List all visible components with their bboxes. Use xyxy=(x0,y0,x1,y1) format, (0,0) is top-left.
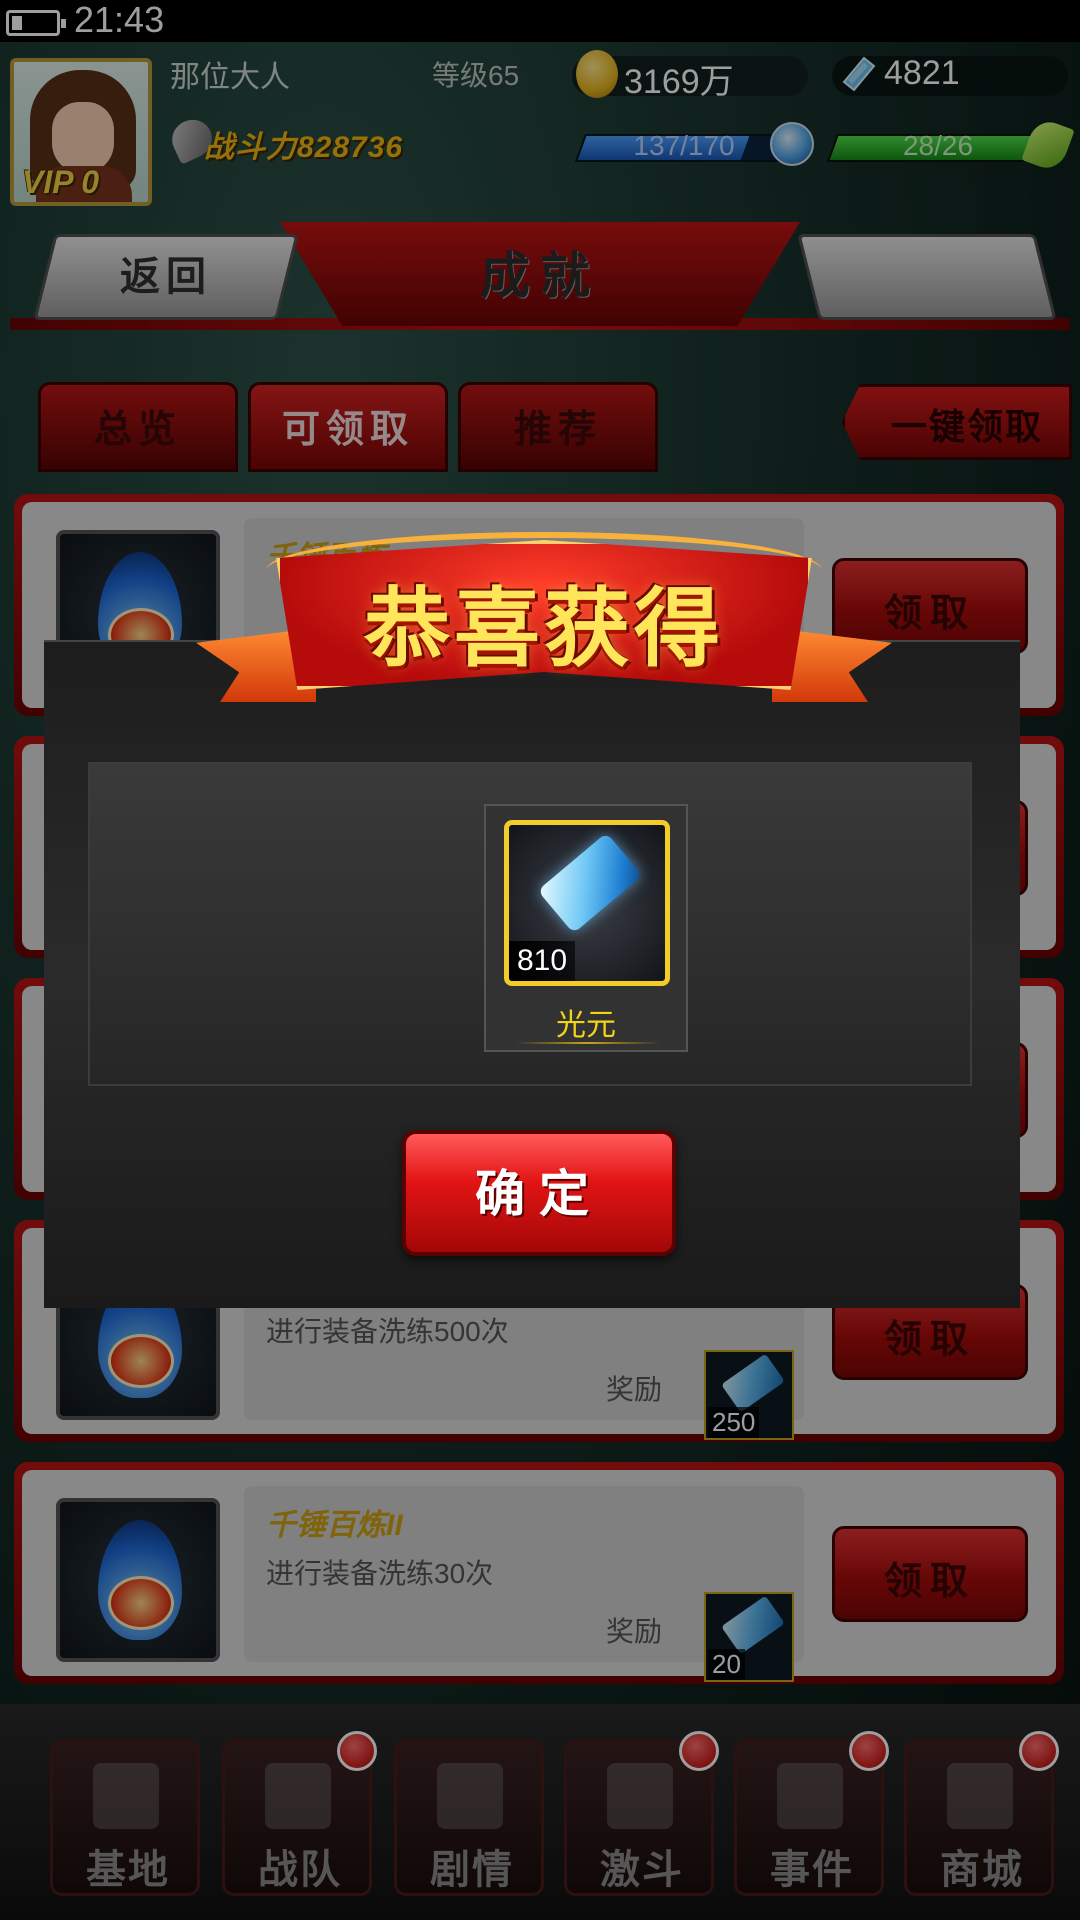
confirm-button-label[interactable]: 确定 xyxy=(402,1154,676,1226)
reward-count: 810 xyxy=(509,941,576,981)
reward-frame: 810 xyxy=(504,820,670,986)
reward-item[interactable]: 810 光元 xyxy=(484,804,688,1052)
reward-panel: 810 光元 xyxy=(88,762,972,1086)
modal-title: 恭喜获得 xyxy=(364,581,724,677)
reward-name: 光元 xyxy=(556,1009,616,1042)
reward-dialog: 810 光元 确定 xyxy=(44,640,1020,1308)
congratulations-banner: 恭喜获得 xyxy=(196,532,892,732)
blue-crystal-icon xyxy=(537,832,643,934)
